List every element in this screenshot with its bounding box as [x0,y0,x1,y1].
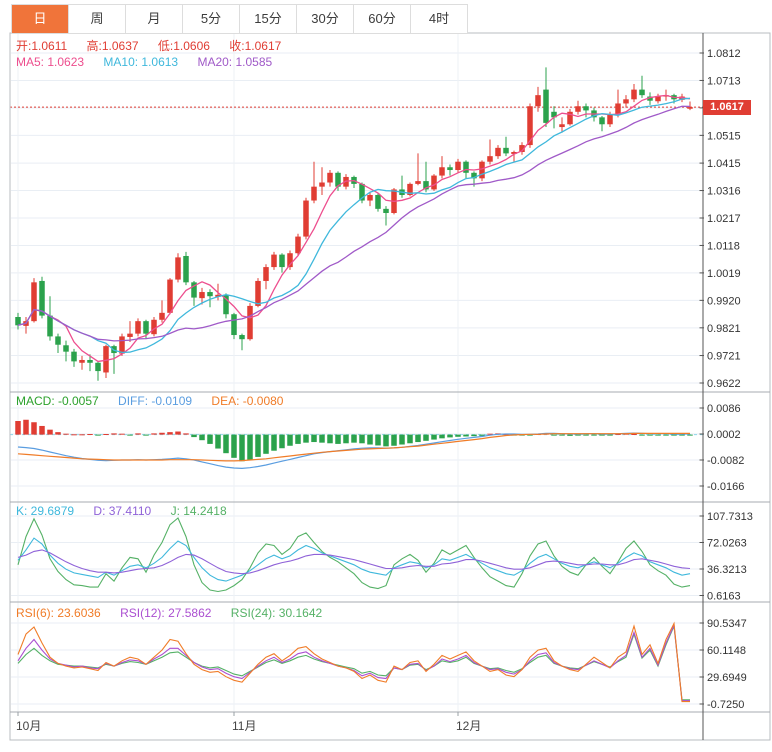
dea-value: DEA: -0.0080 [211,394,284,408]
svg-text:-0.0082: -0.0082 [707,455,744,467]
svg-text:90.5347: 90.5347 [707,618,747,630]
rsi-row: RSI(6): 23.6036 RSI(12): 27.5862 RSI(24)… [16,606,338,620]
svg-text:10月: 10月 [16,719,41,733]
tab-30min[interactable]: 30分 [297,5,354,33]
svg-text:1.0713: 1.0713 [707,75,741,87]
rsi12-value: RSI(12): 27.5862 [120,606,212,620]
tab-15min[interactable]: 15分 [240,5,297,33]
svg-text:72.0263: 72.0263 [707,538,747,550]
macd-histogram [15,419,693,462]
diff-value: DIFF: -0.0109 [118,394,193,408]
y-axis-labels: 1.0812 1.0713 1.0515 1.0415 1.0316 1.0217 1.01… [699,48,753,711]
macd-row: MACD: -0.0057 DIFF: -0.0109 DEA: -0.0080 [16,394,299,408]
panel-frame [9,32,771,741]
svg-text:0.6163: 0.6163 [707,591,741,603]
tab-month[interactable]: 月 [126,5,183,33]
svg-text:1.0812: 1.0812 [707,48,741,60]
k-value: K: 29.6879 [16,504,75,518]
kdj-row: K: 29.6879 D: 37.4110 J: 14.2418 [16,504,243,518]
svg-text:1.0118: 1.0118 [707,240,740,252]
svg-text:0.9821: 0.9821 [707,323,741,335]
tab-day[interactable]: 日 [12,5,69,33]
svg-text:60.1148: 60.1148 [707,645,746,657]
svg-text:0.0086: 0.0086 [707,403,741,415]
kline-chart-app: 1.0812 1.0713 1.0515 1.0415 1.0316 1.0217 1.01… [0,0,772,752]
svg-text:11月: 11月 [232,719,256,733]
rsi6-value: RSI(6): 23.6036 [16,606,101,620]
kdj-lines [17,517,691,593]
svg-text:0.0002: 0.0002 [707,429,741,441]
svg-text:-0.7250: -0.7250 [707,699,744,711]
ma10-value: MA10: 1.0613 [103,55,179,69]
j-value: J: 14.2418 [170,504,227,518]
ma20-value: MA20: 1.0585 [197,55,273,69]
ohlc-low: 低:1.0606 [157,39,210,53]
current-price-badge: 1.0617 [703,99,751,115]
ma5-value: MA5: 1.0623 [16,55,85,69]
ma-row: MA5: 1.0623 MA10: 1.0613 MA20: 1.0585 [16,55,288,69]
svg-text:0.9721: 0.9721 [707,351,741,363]
svg-text:0.9622: 0.9622 [707,378,741,390]
svg-text:12月: 12月 [456,719,481,733]
ohlc-high: 高:1.0637 [86,39,139,53]
ohlc-open: 开:1.0611 [16,39,68,53]
x-axis-labels: 10月 11月 12月 [16,712,481,733]
svg-text:-0.0166: -0.0166 [707,481,744,493]
svg-text:1.0415: 1.0415 [707,158,741,170]
chart-canvas[interactable]: 1.0812 1.0713 1.0515 1.0415 1.0316 1.0217 1.01… [0,0,772,752]
tab-5min[interactable]: 5分 [183,5,240,33]
tab-4hour[interactable]: 4时 [411,5,467,33]
rsi24-value: RSI(24): 30.1642 [230,606,323,620]
tab-60min[interactable]: 60分 [354,5,411,33]
d-value: D: 37.4110 [93,504,152,518]
svg-text:29.6949: 29.6949 [707,672,747,684]
ohlc-close: 收:1.0617 [229,39,282,53]
macd-value: MACD: -0.0057 [16,394,99,408]
svg-text:0.9920: 0.9920 [707,295,741,307]
svg-text:1.0019: 1.0019 [707,268,741,280]
svg-text:1.0515: 1.0515 [707,130,741,142]
svg-text:36.3213: 36.3213 [707,564,747,576]
ohlc-row: 开:1.0611 高:1.0637 低:1.0606 收:1.0617 [16,37,297,54]
svg-text:1.0217: 1.0217 [707,213,741,225]
rsi-lines [17,621,690,703]
tab-week[interactable]: 周 [69,5,126,33]
timeframe-tabs: 日 周 月 5分 15分 30分 60分 4时 [11,4,468,34]
svg-text:107.7313: 107.7313 [707,511,753,523]
svg-text:1.0316: 1.0316 [707,186,741,198]
